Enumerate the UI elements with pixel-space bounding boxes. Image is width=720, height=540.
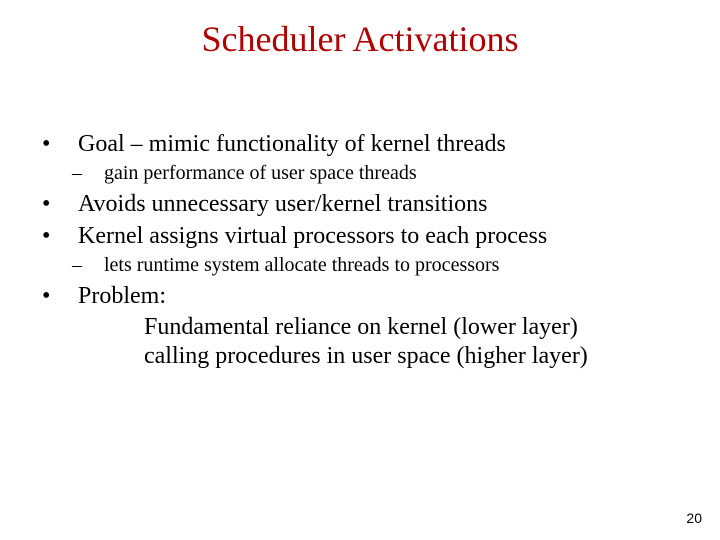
problem-line-1: Fundamental reliance on kernel (lower la…: [78, 313, 680, 342]
slide-title: Scheduler Activations: [0, 0, 720, 130]
bullet-icon: •: [60, 222, 78, 251]
bullet-avoids: • Avoids unnecessary user/kernel transit…: [78, 190, 680, 219]
dash-icon: –: [88, 253, 104, 278]
bullet-kernel-assigns-text: Kernel assigns virtual processors to eac…: [78, 223, 547, 249]
bullet-icon: •: [60, 282, 78, 311]
bullet-icon: •: [60, 190, 78, 219]
bullet-avoids-text: Avoids unnecessary user/kernel transitio…: [78, 191, 487, 217]
bullet-goal-text: Goal – mimic functionality of kernel thr…: [78, 131, 506, 157]
subbullet-kernel-assigns-text: lets runtime system allocate threads to …: [104, 254, 499, 276]
bullet-problem: • Problem:: [78, 282, 680, 311]
dash-icon: –: [88, 161, 104, 186]
bullet-goal: • Goal – mimic functionality of kernel t…: [78, 130, 680, 159]
bullet-icon: •: [60, 130, 78, 159]
subbullet-goal-text: gain performance of user space threads: [104, 162, 417, 184]
page-number: 20: [686, 510, 702, 526]
slide: Scheduler Activations • Goal – mimic fun…: [0, 0, 720, 540]
bullet-kernel-assigns: • Kernel assigns virtual processors to e…: [78, 222, 680, 251]
bullet-problem-label: Problem:: [78, 283, 166, 309]
subbullet-goal: – gain performance of user space threads: [78, 161, 680, 186]
slide-content: • Goal – mimic functionality of kernel t…: [0, 130, 720, 372]
subbullet-kernel-assigns: – lets runtime system allocate threads t…: [78, 253, 680, 278]
problem-line-2: calling procedures in user space (higher…: [78, 342, 680, 371]
